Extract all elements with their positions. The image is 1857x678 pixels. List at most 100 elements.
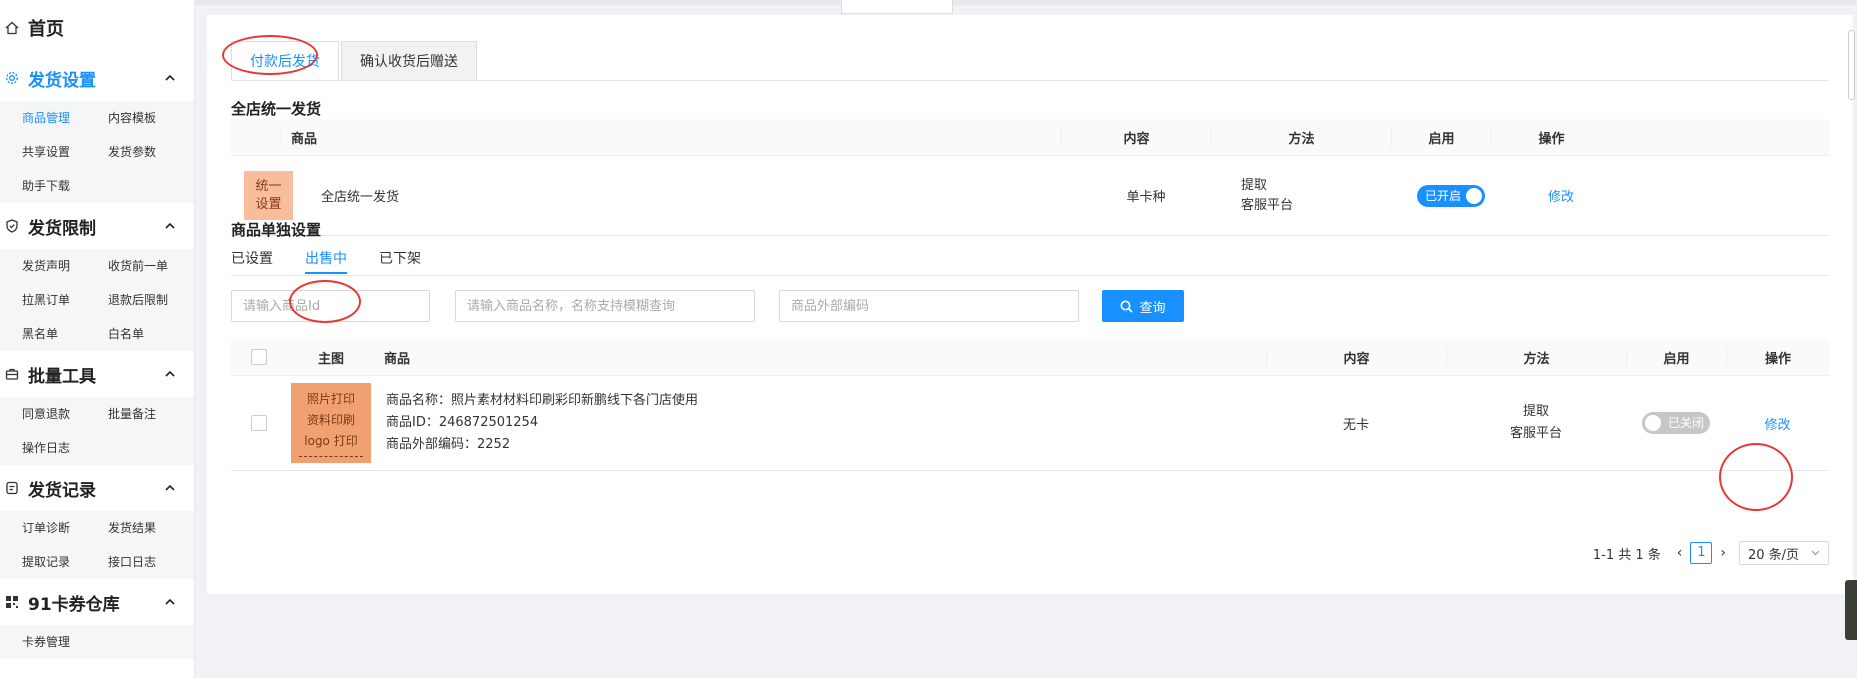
row-checkbox[interactable]: [250, 415, 267, 431]
thumb-line: 设置: [255, 196, 282, 212]
sidebar-group-title: 发货记录: [28, 480, 96, 501]
qr-grid-icon: [4, 594, 20, 610]
main-card: 付款后发货 确认收货后赠送 全店统一发货 商品 内容 方法 启用 操作 统一 设…: [207, 15, 1853, 594]
tab-gift-after-receipt[interactable]: 确认收货后赠送: [341, 41, 477, 81]
section-title-store-wide: 全店统一发货: [231, 100, 322, 118]
pagination: 1-1 共 1 条 ‹ 1 › 20 条/页: [1593, 541, 1829, 565]
product-code-input[interactable]: [779, 290, 1079, 322]
store-wide-name: 全店统一发货: [321, 190, 400, 205]
sidebar-item-whitelist[interactable]: 白名单: [108, 317, 194, 351]
header-method: 方法: [1446, 347, 1626, 367]
sidebar-home[interactable]: 首页: [0, 0, 194, 55]
product-row: 照片打印 资料印刷 logo 打印 商品名称：照片素材材料印刷彩印新鹏线下各门店…: [231, 376, 1829, 471]
divider: [231, 275, 1829, 276]
sidebar-item-order-diagnosis[interactable]: 订单诊断: [22, 511, 108, 545]
unified-setting-thumb: 统一 设置: [244, 171, 293, 220]
sidebar-group-title: 发货设置: [28, 70, 96, 91]
header-enable: 启用: [1626, 347, 1726, 367]
tab-configured[interactable]: 已设置: [231, 244, 273, 274]
store-wide-row: 统一 设置 全店统一发货 单卡种 提取 客服平台 已开启 修改: [231, 156, 1829, 236]
sidebar-item-delivery-result[interactable]: 发货结果: [108, 511, 194, 545]
sidebar-item-pre-receipt-order[interactable]: 收货前一单: [108, 249, 194, 283]
image-decoration: [299, 455, 363, 458]
sidebar-group-delivery-settings: 发货设置 商品管理 内容模板 共享设置 发货参数 助手下载: [0, 55, 194, 203]
toggle-label: 已关闭: [1668, 416, 1705, 430]
image-text-line: 照片打印: [306, 391, 355, 406]
sidebar-item-content-template[interactable]: 内容模板: [108, 101, 194, 135]
store-wide-content: 单卡种: [1126, 190, 1166, 205]
sidebar-item-delivery-statement[interactable]: 发货声明: [22, 249, 108, 283]
sidebar-item-blacklist[interactable]: 黑名单: [22, 317, 108, 351]
store-wide-table-header: 商品 内容 方法 启用 操作: [231, 119, 1829, 156]
sidebar-item-delivery-params[interactable]: 发货参数: [108, 135, 194, 169]
header-method: 方法: [1211, 127, 1391, 147]
sidebar-item-card-management[interactable]: 卡券管理: [22, 625, 108, 659]
product-content: 无卡: [1342, 417, 1369, 433]
product-enable-toggle[interactable]: 已关闭: [1642, 412, 1710, 434]
product-name: 商品名称：照片素材材料印刷彩印新鹏线下各门店使用: [386, 393, 699, 408]
thumb-line: 统一: [255, 178, 282, 194]
scrollbar[interactable]: [1848, 30, 1855, 100]
header-action: 操作: [1491, 127, 1611, 147]
page-size-label: 20 条/页: [1748, 547, 1800, 563]
sidebar-group-delivery-limits: 发货限制 发货声明 收货前一单 拉黑订单 退款后限制 黑名单 白名单: [0, 203, 194, 351]
sidebar-group-header[interactable]: 91卡券仓库: [0, 579, 194, 625]
product-info: 商品名称：照片素材材料印刷彩印新鹏线下各门店使用 商品ID：2468725012…: [376, 390, 1266, 456]
gear-icon: [4, 70, 20, 86]
toggle-knob: [1466, 187, 1482, 204]
header-action: 操作: [1726, 347, 1829, 367]
chevron-up-icon: [165, 74, 175, 81]
current-page[interactable]: 1: [1690, 542, 1713, 564]
store-wide-enable-toggle[interactable]: 已开启: [1417, 184, 1485, 207]
sidebar-group-header[interactable]: 发货记录: [0, 465, 194, 511]
chevron-up-icon: [165, 598, 175, 605]
product-edit-link[interactable]: 修改: [1764, 418, 1790, 433]
sidebar-home-label: 首页: [28, 18, 64, 40]
sidebar-group-header[interactable]: 批量工具: [0, 351, 194, 397]
store-wide-edit-link[interactable]: 修改: [1548, 190, 1574, 205]
divider: [231, 80, 1829, 81]
store-wide-method: 提取 客服平台: [1221, 176, 1401, 216]
sidebar-item-block-order[interactable]: 拉黑订单: [22, 283, 108, 317]
floating-widget[interactable]: [1845, 580, 1857, 640]
product-main-image: 照片打印 资料印刷 logo 打印: [291, 383, 371, 463]
sidebar-item-batch-note[interactable]: 批量备注: [108, 397, 194, 431]
product-id-input[interactable]: [231, 290, 430, 322]
sidebar-item-extract-record[interactable]: 提取记录: [22, 545, 108, 579]
header-enable: 启用: [1391, 127, 1491, 147]
sidebar-group-title: 批量工具: [28, 366, 96, 387]
image-text-line: logo 打印: [304, 433, 358, 448]
tab-off-shelf[interactable]: 已下架: [379, 244, 421, 274]
record-icon: [4, 480, 20, 496]
pagination-summary: 1-1 共 1 条: [1592, 547, 1661, 563]
sidebar-group-header[interactable]: 发货限制: [0, 203, 194, 249]
method-line: 客服平台: [1241, 197, 1294, 213]
sidebar-item-assistant-download[interactable]: 助手下载: [22, 169, 108, 203]
tab-pay-then-deliver[interactable]: 付款后发货: [231, 41, 339, 81]
toolbox-icon: [4, 366, 20, 382]
sidebar-item-operation-log[interactable]: 操作日志: [22, 431, 108, 465]
header-content: 内容: [1061, 127, 1211, 147]
sidebar-item-agree-refund[interactable]: 同意退款: [22, 397, 108, 431]
sidebar-group-header[interactable]: 发货设置: [0, 55, 194, 101]
page-size-select[interactable]: 20 条/页: [1739, 541, 1829, 565]
sidebar-item-post-refund-limit[interactable]: 退款后限制: [108, 283, 194, 317]
product-id: 商品ID：246872501254: [386, 415, 539, 430]
next-page-icon[interactable]: ›: [1720, 545, 1726, 561]
select-all-checkbox[interactable]: [250, 349, 267, 365]
product-method: 提取 客服平台: [1446, 401, 1626, 445]
product-name-input[interactable]: [455, 290, 755, 322]
query-button[interactable]: 查询: [1102, 290, 1184, 322]
header-product: 商品: [291, 131, 318, 147]
shield-icon: [4, 218, 20, 234]
chevron-up-icon: [165, 222, 175, 229]
delivery-mode-tabs: 付款后发货 确认收货后赠送: [231, 41, 479, 81]
chevron-up-icon: [165, 484, 175, 491]
sidebar-item-api-log[interactable]: 接口日志: [108, 545, 194, 579]
method-line: 提取: [1241, 177, 1268, 193]
tab-on-sale[interactable]: 出售中: [305, 244, 347, 274]
header-image: 主图: [317, 351, 344, 367]
sidebar-item-product-management[interactable]: 商品管理: [22, 101, 108, 135]
prev-page-icon[interactable]: ‹: [1677, 545, 1683, 561]
sidebar-item-share-settings[interactable]: 共享设置: [22, 135, 108, 169]
